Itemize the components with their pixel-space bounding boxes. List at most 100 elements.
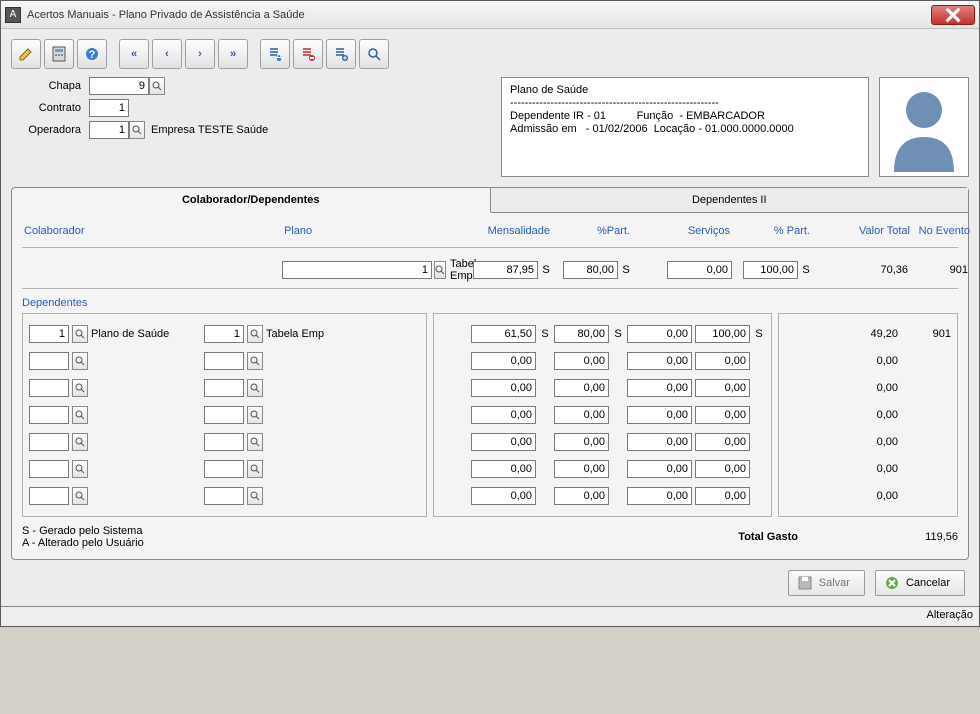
dep-code1[interactable] xyxy=(29,433,69,451)
dep-code2-lookup[interactable] xyxy=(247,433,263,451)
dep-serv[interactable] xyxy=(627,352,692,370)
operadora-input[interactable] xyxy=(89,121,129,139)
dep-serv[interactable] xyxy=(627,433,692,451)
dep-pct2[interactable] xyxy=(695,487,750,505)
dep-pct1[interactable] xyxy=(554,487,609,505)
dep-pct2[interactable] xyxy=(695,379,750,397)
dep-code1[interactable] xyxy=(29,487,69,505)
dep-code1-lookup[interactable] xyxy=(72,487,88,505)
dep-mensalidade[interactable] xyxy=(471,487,536,505)
dep-pct2-flag: S xyxy=(753,328,765,340)
dep-code1[interactable] xyxy=(29,352,69,370)
colab-pct1-flag: S xyxy=(620,264,632,276)
dep-pct2[interactable] xyxy=(695,325,750,343)
dep-code1-lookup[interactable] xyxy=(72,460,88,478)
dep-row-mid xyxy=(440,377,765,399)
tab-colaborador-dependentes[interactable]: Colaborador/Dependentes xyxy=(12,188,491,213)
dep-code2[interactable] xyxy=(204,379,244,397)
dep-code1-lookup[interactable] xyxy=(72,325,88,343)
nav-first-button[interactable]: « xyxy=(119,39,149,69)
dep-pct2[interactable] xyxy=(695,352,750,370)
tool-search-button[interactable] xyxy=(359,39,389,69)
dep-code2[interactable] xyxy=(204,325,244,343)
dep-pct1[interactable] xyxy=(554,325,609,343)
dep-code2[interactable] xyxy=(204,487,244,505)
dep-desc2: Tabela Emp xyxy=(266,328,420,340)
nav-last-button[interactable]: » xyxy=(218,39,248,69)
dep-pct1[interactable] xyxy=(554,433,609,451)
colab-mensalidade[interactable] xyxy=(473,261,538,279)
dep-serv[interactable] xyxy=(627,406,692,424)
dep-mensalidade[interactable] xyxy=(471,460,536,478)
chapa-input[interactable] xyxy=(89,77,149,95)
dep-mensalidade[interactable] xyxy=(471,406,536,424)
edit-button[interactable] xyxy=(11,39,41,69)
dep-left-panel: Plano de SaúdeTabela Emp xyxy=(22,313,427,517)
dep-code2-lookup[interactable] xyxy=(247,460,263,478)
dep-code1[interactable] xyxy=(29,379,69,397)
header-fields: Chapa Contrato Operadora Empresa TESTE S… xyxy=(11,77,491,177)
dep-pct1[interactable] xyxy=(554,460,609,478)
dep-serv[interactable] xyxy=(627,325,692,343)
grid-header: Colaborador Plano Mensalidade %Part. Ser… xyxy=(22,221,958,245)
dep-serv[interactable] xyxy=(627,379,692,397)
svg-text:A: A xyxy=(275,51,283,62)
dep-code2[interactable] xyxy=(204,460,244,478)
colaborador-row: Tabela Emp S S S 70,36 xyxy=(22,254,958,286)
close-icon xyxy=(945,7,961,23)
tool-list-a-button[interactable]: A xyxy=(260,39,290,69)
dep-pct1[interactable] xyxy=(554,406,609,424)
operadora-lookup-button[interactable] xyxy=(129,121,145,139)
tool-list-add-button[interactable] xyxy=(326,39,356,69)
dep-code2-lookup[interactable] xyxy=(247,406,263,424)
dep-pct2[interactable] xyxy=(695,406,750,424)
dep-code2[interactable] xyxy=(204,406,244,424)
cancel-button[interactable]: Cancelar xyxy=(875,570,965,596)
dep-mensalidade[interactable] xyxy=(471,433,536,451)
col-no-evento: No Evento xyxy=(912,225,972,237)
colab-servicos[interactable] xyxy=(667,261,732,279)
nav-next-button[interactable]: › xyxy=(185,39,215,69)
dep-code2[interactable] xyxy=(204,352,244,370)
close-button[interactable] xyxy=(931,5,975,25)
dep-code1-lookup[interactable] xyxy=(72,379,88,397)
dep-pct2[interactable] xyxy=(695,433,750,451)
dep-row-mid xyxy=(440,458,765,480)
dep-serv[interactable] xyxy=(627,487,692,505)
dep-mensalidade[interactable] xyxy=(471,325,536,343)
dep-code1-lookup[interactable] xyxy=(72,406,88,424)
titlebar[interactable]: A Acertos Manuais - Plano Privado de Ass… xyxy=(1,1,979,29)
status-bar: Alteração xyxy=(1,606,979,626)
dep-code2-lookup[interactable] xyxy=(247,379,263,397)
dep-code1[interactable] xyxy=(29,325,69,343)
toolbar: ? « ‹ › » A xyxy=(11,35,969,77)
calc-button[interactable] xyxy=(44,39,74,69)
colab-pct2[interactable] xyxy=(743,261,798,279)
dep-code2-lookup[interactable] xyxy=(247,487,263,505)
chapa-lookup-button[interactable] xyxy=(149,77,165,95)
colab-pct1[interactable] xyxy=(563,261,618,279)
colab-pct2-flag: S xyxy=(800,264,812,276)
contrato-input[interactable] xyxy=(89,99,129,117)
dep-row-left xyxy=(29,485,420,507)
dep-code1-lookup[interactable] xyxy=(72,352,88,370)
tool-list-remove-button[interactable] xyxy=(293,39,323,69)
dep-code1[interactable] xyxy=(29,406,69,424)
tab-dependentes-ii[interactable]: Dependentes II xyxy=(491,188,969,213)
dep-serv[interactable] xyxy=(627,460,692,478)
help-button[interactable]: ? xyxy=(77,39,107,69)
dep-mensalidade[interactable] xyxy=(471,352,536,370)
dep-pct2[interactable] xyxy=(695,460,750,478)
save-button[interactable]: Salvar xyxy=(788,570,865,596)
dep-pct1[interactable] xyxy=(554,379,609,397)
colab-plano-code[interactable] xyxy=(282,261,432,279)
dep-pct1[interactable] xyxy=(554,352,609,370)
dep-code2[interactable] xyxy=(204,433,244,451)
dep-code2-lookup[interactable] xyxy=(247,325,263,343)
dep-code2-lookup[interactable] xyxy=(247,352,263,370)
dep-mensalidade[interactable] xyxy=(471,379,536,397)
nav-prev-button[interactable]: ‹ xyxy=(152,39,182,69)
prev-icon: ‹ xyxy=(165,48,169,60)
dep-code1-lookup[interactable] xyxy=(72,433,88,451)
dep-code1[interactable] xyxy=(29,460,69,478)
